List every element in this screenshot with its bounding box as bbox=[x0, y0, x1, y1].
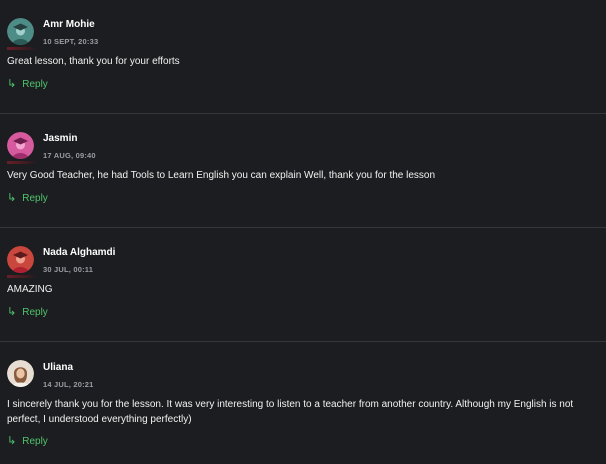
graduate-avatar-icon bbox=[7, 246, 34, 273]
comment-text: AMAZING bbox=[7, 284, 53, 295]
author-name: Amr Mohie bbox=[43, 19, 95, 30]
reply-label: Reply bbox=[22, 307, 48, 318]
avatar-underline bbox=[7, 47, 37, 50]
comment-date: 30 JUL, 00:11 bbox=[43, 265, 94, 274]
comment-text: I sincerely thank you for the lesson. It… bbox=[7, 399, 574, 425]
avatar[interactable] bbox=[7, 18, 34, 45]
author-name: Nada Alghamdi bbox=[43, 247, 116, 258]
divider bbox=[0, 341, 606, 342]
comment-date: 17 AUG, 09:40 bbox=[43, 151, 96, 160]
divider bbox=[0, 113, 606, 114]
reply-arrow-icon: ↳ bbox=[7, 192, 17, 204]
reply-arrow-icon: ↳ bbox=[7, 306, 17, 318]
graduate-avatar-icon bbox=[7, 18, 34, 45]
reply-button[interactable]: ↳ Reply bbox=[7, 192, 48, 205]
reply-label: Reply bbox=[22, 79, 48, 90]
avatar-underline bbox=[7, 275, 37, 278]
author-name: Jasmin bbox=[43, 133, 78, 144]
comment-text: Great lesson, thank you for your efforts bbox=[7, 56, 180, 67]
comment-date: 14 JUL, 20:21 bbox=[43, 380, 94, 389]
reply-label: Reply bbox=[22, 436, 48, 447]
comment-text: Very Good Teacher, he had Tools to Learn… bbox=[7, 170, 436, 181]
reply-button[interactable]: ↳ Reply bbox=[7, 306, 48, 319]
author-name: Uliana bbox=[43, 362, 74, 373]
avatar[interactable] bbox=[7, 132, 34, 159]
comments-list: Amr Mohie 10 SEPT, 20:33 Great lesson, t… bbox=[0, 0, 606, 464]
user-photo-icon bbox=[7, 360, 34, 387]
avatar[interactable] bbox=[7, 360, 34, 387]
avatar-underline bbox=[7, 161, 37, 164]
divider bbox=[0, 227, 606, 228]
avatar[interactable] bbox=[7, 246, 34, 273]
reply-label: Reply bbox=[22, 193, 48, 204]
reply-arrow-icon: ↳ bbox=[7, 435, 17, 447]
graduate-avatar-icon bbox=[7, 132, 34, 159]
reply-button[interactable]: ↳ Reply bbox=[7, 435, 48, 448]
reply-button[interactable]: ↳ Reply bbox=[7, 78, 48, 91]
reply-arrow-icon: ↳ bbox=[7, 78, 17, 90]
comment-date: 10 SEPT, 20:33 bbox=[43, 37, 99, 46]
